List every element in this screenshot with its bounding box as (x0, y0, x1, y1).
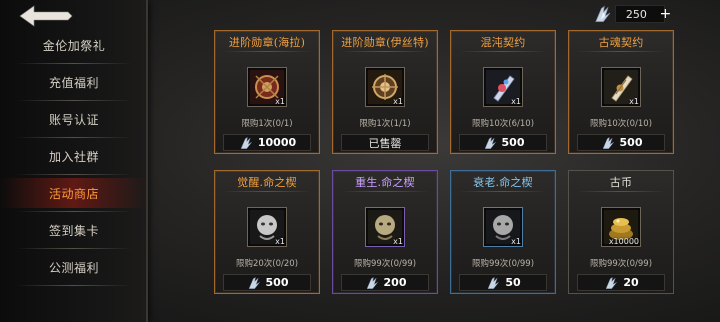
item-price: 500 (619, 136, 643, 149)
add-currency-button[interactable]: + (659, 7, 672, 21)
item-title: 混沌契约 (480, 36, 526, 49)
item-title: 重生.命之楔 (355, 176, 415, 189)
purchase-limit: 限购1次(0/1) (241, 119, 293, 129)
title-divider (223, 51, 311, 52)
item-icon-slot[interactable]: x1 (365, 67, 405, 107)
sidebar-item-account-verify[interactable]: 账号认证 (0, 104, 148, 134)
item-price: 500 (501, 136, 525, 149)
item-title: 衰老.命之楔 (473, 176, 533, 189)
item-price: 200 (383, 276, 407, 289)
item-title: 古魂契约 (598, 36, 644, 49)
buy-button[interactable]: 500 (459, 134, 547, 151)
purchase-limit: 限购20次(0/20) (235, 259, 299, 269)
item-icon-slot[interactable]: x1 (483, 67, 523, 107)
sidebar-item-label: 账号认证 (48, 112, 99, 127)
item-icon-slot[interactable]: x1 (601, 67, 641, 107)
buy-button[interactable]: 200 (341, 274, 429, 291)
item-quantity: x1 (393, 237, 403, 246)
purchase-limit: 限购99次(0/99) (353, 259, 417, 269)
purchase-limit: 限购1次(1/1) (359, 119, 411, 129)
shop-item-card[interactable]: 衰老.命之楔 x1 限购99次(0/99) 50 (450, 170, 556, 294)
item-title: 进阶勋章(伊丝特) (341, 36, 429, 49)
item-quantity: x1 (393, 97, 403, 106)
item-icon-slot[interactable]: x10000 (601, 207, 641, 247)
sidebar-item-label: 签到集卡 (48, 223, 99, 238)
item-quantity: x1 (511, 237, 521, 246)
sidebar-item-checkin-cards[interactable]: 签到集卡 (0, 215, 148, 245)
item-icon-slot[interactable]: x1 (247, 67, 287, 107)
item-price: 10000 (257, 136, 297, 149)
sidebar-item-jinlunga-ritual[interactable]: 金伦加祭礼 (0, 30, 148, 60)
crystal-shard-icon (606, 276, 618, 289)
title-divider (341, 191, 429, 192)
item-price: 50 (505, 276, 521, 289)
item-price: 20 (623, 276, 639, 289)
title-divider (341, 51, 429, 52)
currency-amount: 250 (614, 5, 665, 23)
sidebar-item-label: 活动商店 (48, 186, 99, 201)
item-icon-slot[interactable]: x1 (483, 207, 523, 247)
shop-item-card[interactable]: 古币 x10000 限购99次(0/99) 20 (568, 170, 674, 294)
sidebar-item-label: 加入社群 (48, 149, 99, 164)
purchase-limit: 限购10次(6/10) (471, 119, 535, 129)
item-quantity: x10000 (608, 237, 639, 246)
menu-divider (16, 285, 132, 286)
sidebar-item-open-beta-bonus[interactable]: 公测福利 (0, 252, 148, 282)
menu-divider (16, 137, 132, 138)
item-title: 觉醒.命之楔 (237, 176, 297, 189)
shop-item-card[interactable]: 混沌契约 x1 限购10次(6/10) 500 (450, 30, 556, 154)
title-divider (577, 191, 665, 192)
crystal-shard-icon (240, 136, 252, 149)
item-quantity: x1 (629, 97, 639, 106)
shop-item-card[interactable]: 重生.命之楔 x1 限购99次(0/99) 200 (332, 170, 438, 294)
title-divider (223, 191, 311, 192)
sold-out-label: 已售罄 (368, 136, 402, 150)
item-title: 古币 (609, 176, 633, 189)
crystal-shard-icon (248, 276, 260, 289)
back-button[interactable] (18, 2, 78, 30)
currency-display: 250 + (592, 4, 672, 24)
item-price: 500 (265, 276, 289, 289)
sidebar-item-label: 充值福利 (48, 75, 99, 90)
shop-item-card[interactable]: 进阶勋章(海拉) x1 限购1次(0/1) 10000 (214, 30, 320, 154)
item-quantity: x1 (511, 97, 521, 106)
back-arrow-icon[interactable] (18, 4, 74, 28)
sidebar-item-recharge-bonus[interactable]: 充值福利 (0, 67, 148, 97)
crystal-shard-icon (602, 136, 614, 149)
item-quantity: x1 (275, 97, 285, 106)
item-title: 进阶勋章(海拉) (228, 36, 306, 49)
item-icon-slot[interactable]: x1 (365, 207, 405, 247)
crystal-shard-icon (484, 136, 496, 149)
purchase-limit: 限购99次(0/99) (589, 259, 653, 269)
purchase-limit: 限购10次(0/10) (589, 119, 653, 129)
crystal-shard-icon (595, 5, 611, 22)
title-divider (577, 51, 665, 52)
menu-divider (16, 174, 132, 175)
sidebar-item-join-community[interactable]: 加入社群 (0, 141, 148, 171)
sidebar-item-label: 公测福利 (48, 260, 99, 275)
title-divider (459, 191, 547, 192)
menu-divider (16, 63, 132, 64)
shop-item-card[interactable]: 进阶勋章(伊丝特) x1 限购1次(1/1) 已售罄 (332, 30, 438, 154)
buy-button[interactable]: 50 (459, 274, 547, 291)
sold-out-button: 已售罄 (341, 134, 429, 151)
buy-button[interactable]: 500 (223, 274, 311, 291)
purchase-limit: 限购99次(0/99) (471, 259, 535, 269)
buy-button[interactable]: 10000 (223, 134, 311, 151)
title-divider (459, 51, 547, 52)
buy-button[interactable]: 500 (577, 134, 665, 151)
item-quantity: x1 (275, 237, 285, 246)
sidebar-item-label: 金伦加祭礼 (42, 38, 106, 53)
crystal-shard-icon (366, 276, 378, 289)
menu-divider (16, 211, 132, 212)
sidebar-item-event-shop[interactable]: 活动商店 (0, 178, 148, 208)
sidebar: 金伦加祭礼 充值福利 账号认证 加入社群 活动商店 签到集卡 公测福利 (0, 0, 148, 322)
crystal-shard-icon (488, 276, 500, 289)
shop-item-card[interactable]: 觉醒.命之楔 x1 限购20次(0/20) 500 (214, 170, 320, 294)
item-icon-slot[interactable]: x1 (247, 207, 287, 247)
buy-button[interactable]: 20 (577, 274, 665, 291)
menu-divider (16, 248, 132, 249)
shop-item-card[interactable]: 古魂契约 x1 限购10次(0/10) 500 (568, 30, 674, 154)
menu-divider (16, 100, 132, 101)
